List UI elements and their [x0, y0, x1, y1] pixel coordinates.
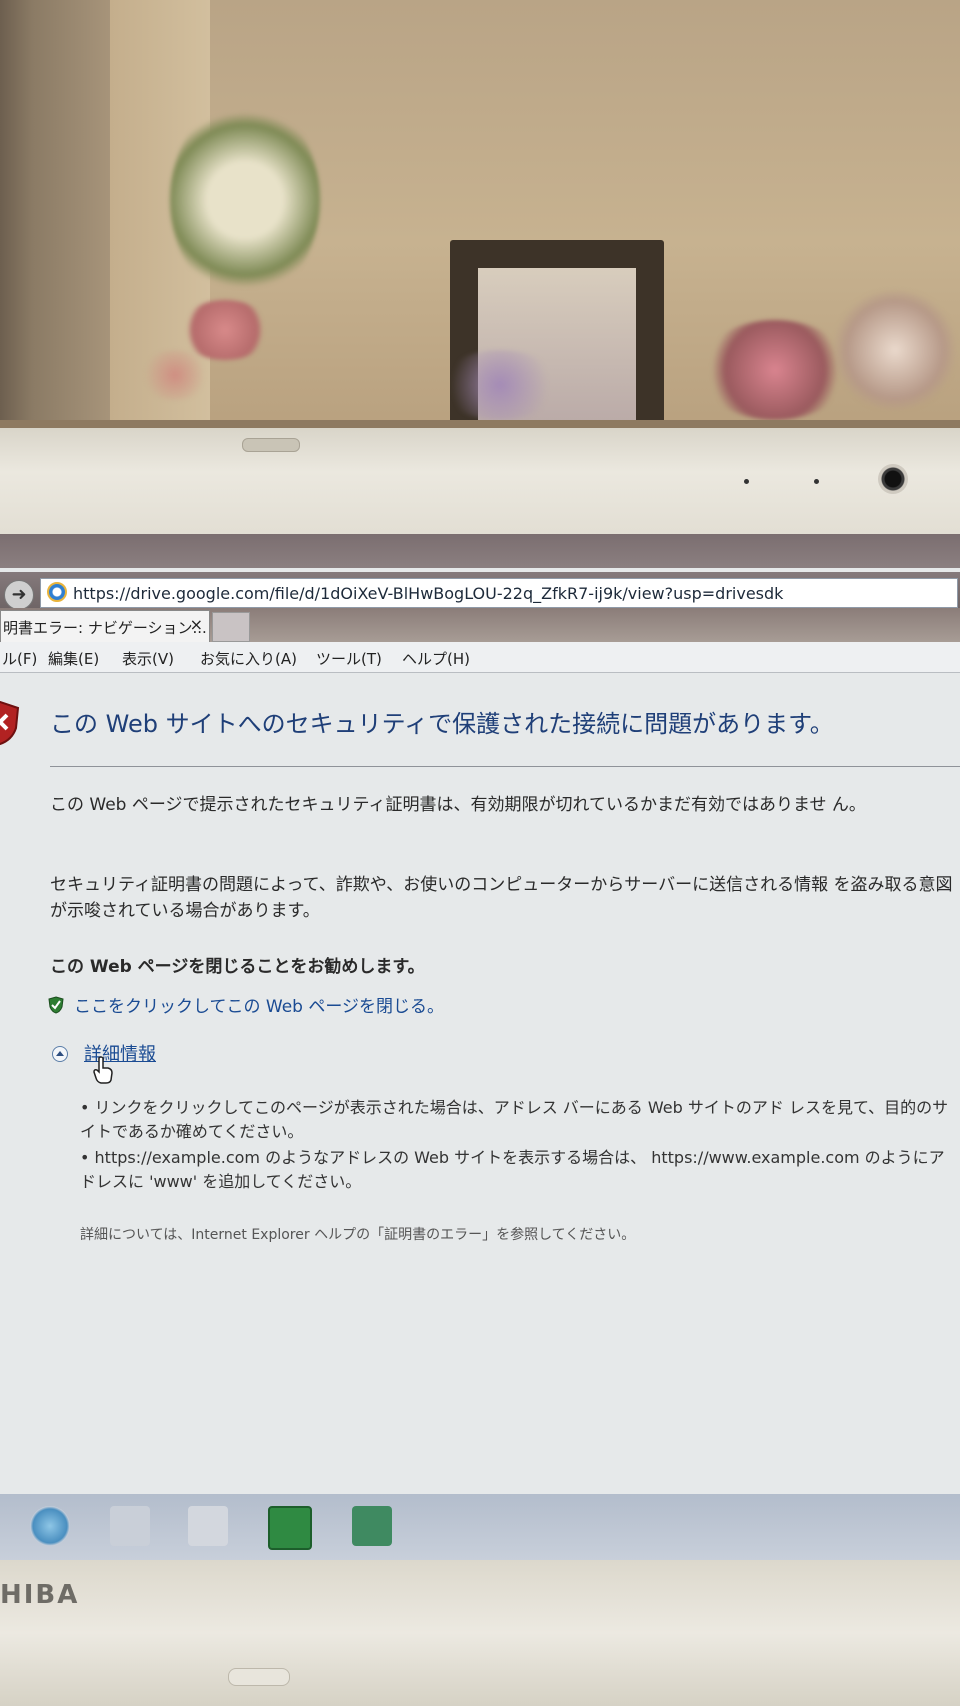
- purple-flower: [440, 350, 560, 420]
- cert-description: この Web ページで提示されたセキュリティ証明書は、有効期限が切れているかまだ…: [50, 795, 866, 815]
- menu-help[interactable]: ヘルプ(H): [402, 648, 470, 669]
- list-item: • リンクをクリックしてこのページが表示された場合は、アドレス バーにある We…: [80, 1098, 949, 1141]
- mic-dot: [814, 479, 819, 484]
- address-input[interactable]: https://drive.google.com/file/d/1dOiXeV-…: [40, 578, 958, 608]
- error-page: この Web サイトへのセキュリティで保護された接続に問題があります。 この W…: [0, 674, 960, 1394]
- close-page-link[interactable]: ここをクリックしてこの Web ページを閉じる。: [74, 992, 444, 1017]
- url-text: https://drive.google.com/file/d/1dOiXeV-…: [73, 584, 784, 603]
- taskbar: [0, 1494, 960, 1564]
- menu-favorites[interactable]: お気に入り(A): [200, 648, 297, 669]
- folder-taskbar-icon[interactable]: [188, 1506, 228, 1546]
- green-shield-icon: [48, 996, 64, 1014]
- app-taskbar-icon[interactable]: [352, 1506, 392, 1546]
- pink-flower: [180, 300, 270, 360]
- folder-taskbar-icon[interactable]: [110, 1506, 150, 1546]
- help-note: 詳細については、Internet Explorer ヘルプの「証明書のエラー」を…: [80, 1227, 636, 1243]
- security-warning: セキュリティ証明書の問題によって、詐欺や、お使いのコンピューターからサーバーに送…: [50, 875, 953, 921]
- address-bar-row: ➜ https://drive.google.com/file/d/1dOiXe…: [0, 572, 960, 610]
- ie-taskbar-icon[interactable]: [30, 1506, 70, 1546]
- bezel-latch: [242, 438, 300, 452]
- list-item: • https://example.com のようなアドレスの Web サイトを…: [80, 1148, 945, 1191]
- arrow-right-icon[interactable]: ➜: [4, 580, 34, 610]
- collapse-icon[interactable]: [52, 1046, 68, 1062]
- laptop-bezel-top: [0, 428, 960, 538]
- menu-tools[interactable]: ツール(T): [316, 648, 382, 669]
- flower-bouquet: [830, 290, 960, 410]
- pink-flower: [140, 350, 210, 400]
- brand-logo: HIBA: [0, 1580, 80, 1610]
- tab-title: 明書エラー: ナビゲーション...: [3, 619, 207, 637]
- ie-icon: [47, 582, 67, 602]
- window-titlebar: [0, 534, 960, 568]
- flower-bouquet: [700, 320, 850, 420]
- door-post: [0, 0, 110, 440]
- webcam-icon: [878, 464, 908, 494]
- security-shield-icon: [0, 700, 20, 746]
- menu-view[interactable]: 表示(V): [122, 648, 174, 669]
- flower-arrangement: [170, 100, 320, 300]
- store-taskbar-icon[interactable]: [268, 1506, 312, 1550]
- tab-certificate-error[interactable]: 明書エラー: ナビゲーション... ×: [0, 610, 210, 642]
- close-icon[interactable]: ×: [190, 615, 203, 634]
- screen: ➜ https://drive.google.com/file/d/1dOiXe…: [0, 534, 960, 1564]
- menu-file[interactable]: ル(F): [2, 648, 37, 669]
- hinge: [228, 1668, 290, 1686]
- more-info-list: • リンクをクリックしてこのページが表示された場合は、アドレス バーにある We…: [80, 1096, 960, 1196]
- new-tab-button[interactable]: [212, 612, 250, 642]
- tab-bar: 明書エラー: ナビゲーション... ×: [0, 608, 960, 642]
- mic-dot: [744, 479, 749, 484]
- hand-cursor-icon: [93, 1056, 113, 1084]
- divider: [50, 766, 960, 767]
- room-background: [0, 0, 960, 440]
- menu-edit[interactable]: 編集(E): [48, 648, 99, 669]
- menu-bar: ル(F) 編集(E) 表示(V) お気に入り(A) ツール(T) ヘルプ(H): [0, 642, 960, 673]
- laptop-bezel-bottom: HIBA: [0, 1560, 960, 1706]
- page-title: この Web サイトへのセキュリティで保護された接続に問題があります。: [50, 710, 834, 738]
- recommendation: この Web ページを閉じることをお勧めします。: [50, 957, 425, 977]
